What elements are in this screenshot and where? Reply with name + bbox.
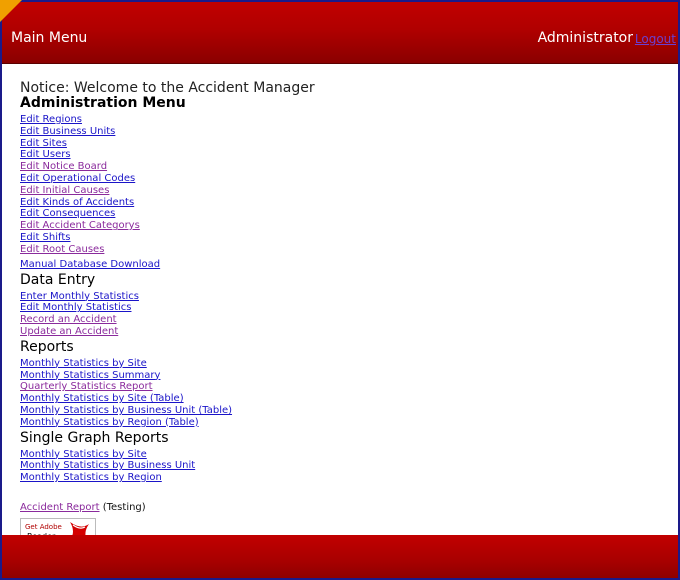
footer-bar [2,535,678,578]
data-entry-list: Enter Monthly Statistics Edit Monthly St… [20,288,660,337]
admin-menu-list: Edit Regions Edit Business Units Edit Si… [20,111,660,255]
accident-report-link[interactable]: Accident Report [20,502,100,513]
update-an-accident-link[interactable]: Update an Accident [20,326,118,337]
main-content: Notice: Welcome to the Accident Manager … [20,81,660,546]
manual-database-download-link[interactable]: Manual Database Download [20,259,160,270]
graph-reports-list: Monthly Statistics by Site Monthly Stati… [20,446,660,484]
logout-link[interactable]: Logout [635,32,676,46]
page-title: Main Menu [11,30,88,46]
user-name: Administrator [537,30,633,46]
reports-heading: Reports [20,338,74,355]
corner-accent [0,0,22,22]
admin-menu-heading: Administration Menu [20,95,186,111]
accident-report-row: Accident Report (Testing) [20,502,660,514]
header-bar: Main Menu Administrator Logout [2,2,678,64]
edit-root-causes-link[interactable]: Edit Root Causes [20,244,104,255]
graph-stats-by-region-link[interactable]: Monthly Statistics by Region [20,472,162,483]
report-region-table-link[interactable]: Monthly Statistics by Region (Table) [20,417,199,428]
adobe-badge-line1: Get Adobe [25,522,62,531]
reports-list: Monthly Statistics by Site Monthly Stati… [20,355,660,428]
single-graph-reports-heading: Single Graph Reports [20,429,169,446]
data-entry-heading: Data Entry [20,271,96,288]
testing-label: (Testing) [102,501,146,513]
notice-text: Notice: Welcome to the Accident Manager [20,80,315,96]
